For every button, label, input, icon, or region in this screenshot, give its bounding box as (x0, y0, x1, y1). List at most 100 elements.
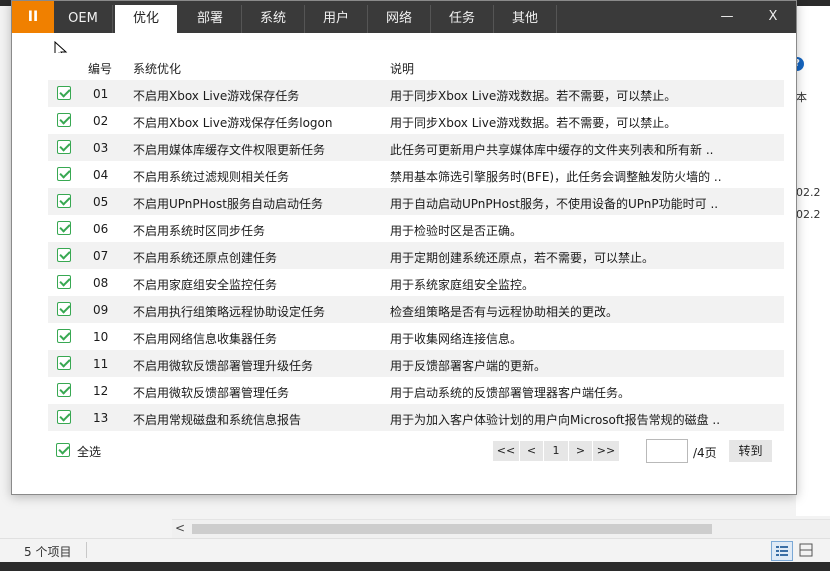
go-to-page-button[interactable]: 转到 (729, 440, 772, 462)
select-all-check-icon[interactable] (56, 443, 70, 457)
tab-network[interactable]: 网络 (368, 5, 431, 33)
row-number: 03 (93, 141, 109, 155)
column-header-description[interactable]: 说明 (390, 60, 414, 77)
current-page-button[interactable]: 1 (544, 441, 568, 461)
minimize-button[interactable]: — (704, 1, 750, 33)
background-date-text: 02.2 (796, 208, 821, 221)
row-checkbox[interactable] (57, 383, 71, 397)
next-page-button[interactable]: > (569, 441, 592, 461)
total-pages-label: /4页 (693, 446, 717, 460)
status-separator (86, 542, 87, 558)
row-checkbox[interactable] (57, 329, 71, 343)
table-row[interactable]: 04 不启用系统过滤规则相关任务 禁用基本筛选引擎服务时(BFE)，此任务会调整… (48, 161, 784, 188)
tab-user[interactable]: 用户 (305, 5, 368, 33)
row-name: 不启用微软反馈部署管理升级任务 (133, 359, 314, 373)
previous-page-button[interactable]: < (520, 441, 543, 461)
background-content-pane (796, 6, 830, 516)
table-row[interactable]: 11 不启用微软反馈部署管理升级任务 用于反馈部署客户端的更新。 (48, 350, 784, 377)
item-count: 5 个项目 (24, 545, 72, 559)
scroll-left-icon[interactable]: < (175, 521, 185, 535)
row-checkbox[interactable] (57, 356, 71, 370)
row-checkbox[interactable] (57, 302, 71, 316)
status-bar: 5 个项目 (0, 538, 830, 563)
column-header-number[interactable]: 编号 (88, 60, 112, 77)
table-header: 编号 系统优化 说明 (48, 53, 784, 80)
background-date-text: 02.2 (796, 186, 821, 199)
column-header-name[interactable]: 系统优化 (133, 60, 181, 77)
row-number: 13 (93, 411, 109, 425)
close-button[interactable]: X (750, 1, 796, 33)
background-bottom-strip (0, 562, 830, 571)
table-row[interactable]: 10 不启用网络信息收集器任务 用于收集网络连接信息。 (48, 323, 784, 350)
tab-oem[interactable]: OEM (54, 5, 113, 33)
row-checkbox[interactable] (57, 167, 71, 181)
row-checkbox[interactable] (57, 194, 71, 208)
row-description: 用于启动系统的反馈部署管理器客户端任务。 (390, 386, 631, 400)
row-name: 不启用UPnPHost服务自动启动任务 (133, 197, 323, 211)
last-page-button[interactable]: >> (593, 441, 619, 461)
row-checkbox[interactable] (57, 221, 71, 235)
page-number-input[interactable] (646, 439, 688, 463)
row-description: 用于系统家庭组安全监控。 (390, 278, 535, 292)
horizontal-scrollbar[interactable]: < (172, 519, 830, 538)
row-name: 不启用常规磁盘和系统信息报告 (133, 413, 302, 427)
row-description: 用于定期创建系统还原点，若不需要，可以禁止。 (390, 251, 655, 265)
background-column-text: 本 (796, 91, 807, 104)
large-icons-view-icon[interactable] (796, 541, 816, 559)
table-row[interactable]: 08 不启用家庭组安全监控任务 用于系统家庭组安全监控。 (48, 269, 784, 296)
row-name: 不启用微软反馈部署管理任务 (133, 386, 290, 400)
row-checkbox[interactable] (57, 86, 71, 100)
row-number: 02 (93, 114, 109, 128)
row-description: 用于检验时区是否正确。 (390, 224, 523, 238)
optimizer-window: II OEM 优化 部署 系统 用户 网络 任务 其他 — X 编号 系统优化 … (11, 0, 797, 495)
row-number: 01 (93, 87, 109, 101)
table-row[interactable]: 02 不启用Xbox Live游戏保存任务logon 用于同步Xbox Live… (48, 107, 784, 134)
row-checkbox[interactable] (57, 140, 71, 154)
row-description: 检查组策略是否有与远程协助相关的更改。 (390, 305, 619, 319)
tab-system[interactable]: 系统 (242, 5, 305, 33)
row-number: 09 (93, 303, 109, 317)
details-view-icon[interactable] (771, 541, 793, 561)
row-number: 07 (93, 249, 109, 263)
row-checkbox[interactable] (57, 113, 71, 127)
row-checkbox[interactable] (57, 410, 71, 424)
select-all-label[interactable]: 全选 (77, 443, 101, 460)
row-description: 用于自动启动UPnPHost服务，不使用设备的UPnP功能时可 .. (390, 197, 719, 211)
scrollbar-thumb[interactable] (192, 524, 712, 534)
row-checkbox[interactable] (57, 248, 71, 262)
row-number: 10 (93, 330, 109, 344)
optimization-table: 编号 系统优化 说明 01 不启用Xbox Live游戏保存任务 用于同步Xbo… (48, 53, 784, 431)
row-number: 12 (93, 384, 109, 398)
row-description: 用于为加入客户体验计划的用户向Microsoft报告常规的磁盘 .. (390, 413, 721, 427)
table-row[interactable]: 05 不启用UPnPHost服务自动启动任务 用于自动启动UPnPHost服务，… (48, 188, 784, 215)
table-row[interactable]: 06 不启用系统时区同步任务 用于检验时区是否正确。 (48, 215, 784, 242)
table-row[interactable]: 01 不启用Xbox Live游戏保存任务 用于同步Xbox Live游戏数据。… (48, 80, 784, 107)
row-number: 11 (93, 357, 109, 371)
tab-deploy[interactable]: 部署 (179, 5, 242, 33)
tab-task[interactable]: 任务 (431, 5, 494, 33)
row-number: 05 (93, 195, 109, 209)
row-name: 不启用网络信息收集器任务 (133, 332, 278, 346)
menu-button[interactable]: II (12, 1, 54, 33)
row-name: 不启用系统过滤规则相关任务 (133, 170, 290, 184)
table-row[interactable]: 13 不启用常规磁盘和系统信息报告 用于为加入客户体验计划的用户向Microso… (48, 404, 784, 431)
row-number: 04 (93, 168, 109, 182)
row-description: 用于反馈部署客户端的更新。 (390, 359, 547, 373)
table-row[interactable]: 03 不启用媒体库缓存文件权限更新任务 此任务可更新用户共享媒体库中缓存的文件夹… (48, 134, 784, 161)
row-description: 此任务可更新用户共享媒体库中缓存的文件夹列表和所有新 .. (390, 143, 714, 157)
row-checkbox[interactable] (57, 275, 71, 289)
table-row[interactable]: 07 不启用系统还原点创建任务 用于定期创建系统还原点，若不需要，可以禁止。 (48, 242, 784, 269)
table-row[interactable]: 09 不启用执行组策略远程协助设定任务 检查组策略是否有与远程协助相关的更改。 (48, 296, 784, 323)
row-name: 不启用系统时区同步任务 (133, 224, 266, 238)
row-description: 用于同步Xbox Live游戏数据。若不需要，可以禁止。 (390, 116, 677, 130)
row-description: 用于同步Xbox Live游戏数据。若不需要，可以禁止。 (390, 89, 677, 103)
tab-other[interactable]: 其他 (494, 5, 557, 33)
first-page-button[interactable]: << (493, 441, 519, 461)
row-name: 不启用系统还原点创建任务 (133, 251, 278, 265)
row-description: 用于收集网络连接信息。 (390, 332, 523, 346)
tab-optimize[interactable]: 优化 (115, 5, 177, 33)
row-name: 不启用家庭组安全监控任务 (133, 278, 278, 292)
row-number: 06 (93, 222, 109, 236)
table-row[interactable]: 12 不启用微软反馈部署管理任务 用于启动系统的反馈部署管理器客户端任务。 (48, 377, 784, 404)
row-name: 不启用媒体库缓存文件权限更新任务 (133, 143, 326, 157)
